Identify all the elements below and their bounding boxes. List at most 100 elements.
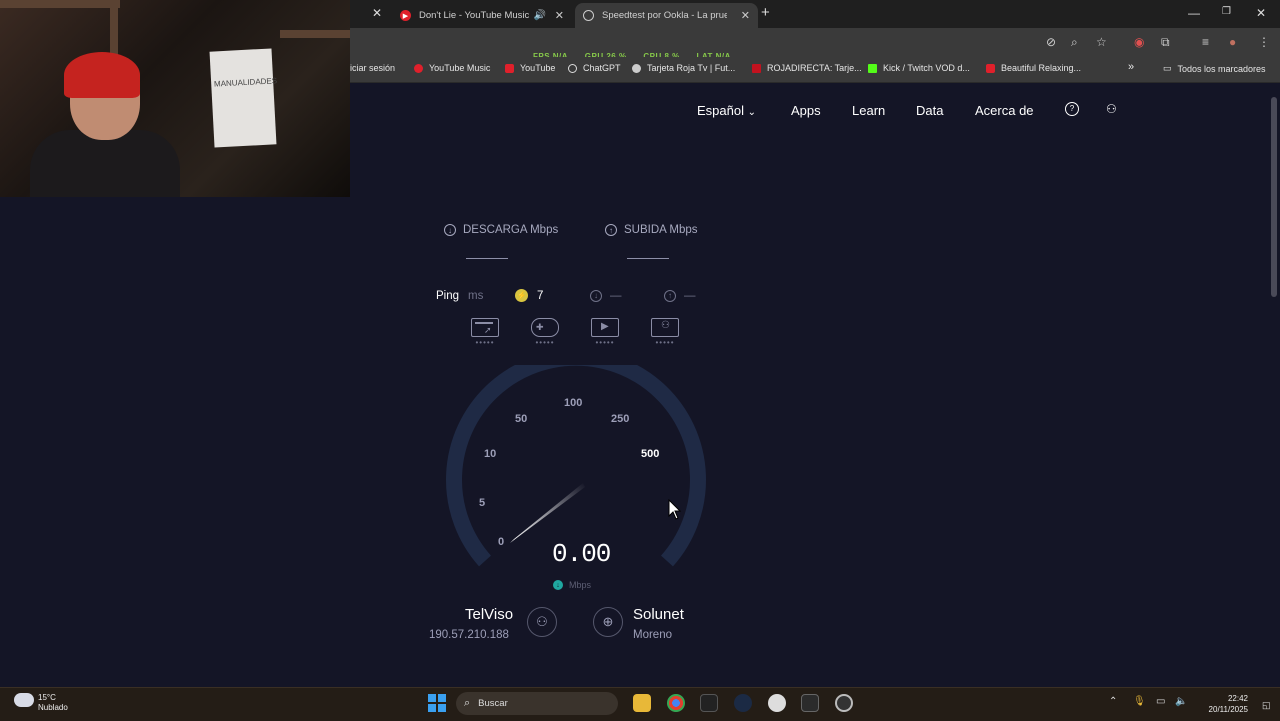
youtube-icon: [986, 63, 995, 73]
help-icon[interactable]: ?: [1065, 102, 1079, 116]
bookmark-kick[interactable]: Kick / Twitch VOD d...: [868, 63, 970, 73]
clock[interactable]: 22:42 20/11/2025: [1198, 693, 1248, 715]
zoom-icon[interactable]: ⌕: [1071, 35, 1078, 50]
new-tab-icon[interactable]: +: [761, 4, 770, 21]
download-arrow-icon: ↓: [444, 224, 456, 236]
extensions-icon[interactable]: ⧉: [1161, 35, 1170, 50]
ping-value: 7: [537, 290, 544, 302]
bookmark-youtube-music[interactable]: YouTube Music: [414, 63, 490, 73]
youtube-icon: [505, 63, 514, 73]
menu-icon[interactable]: ⋮: [1258, 35, 1270, 49]
bookmark-rojadirecta[interactable]: ROJADIRECTA: Tarje...: [752, 63, 862, 73]
profile-avatar-icon[interactable]: ●: [1229, 35, 1236, 49]
bookmark-tarjeta-roja[interactable]: Tarjeta Roja Tv | Fut...: [632, 63, 735, 73]
bookmark-iniciar-sesion[interactable]: iciar sesión: [350, 63, 395, 73]
gaming-icon[interactable]: ✚ •••••: [529, 318, 561, 348]
gauge-tick-250: 250: [611, 413, 630, 425]
close-icon[interactable]: ✕: [372, 6, 382, 20]
tab-speedtest[interactable]: Speedtest por Ookla - La prueb ✕: [575, 3, 758, 28]
upload-header: ↑ SUBIDA Mbps: [605, 224, 698, 236]
speed-readout: 0.00: [552, 539, 611, 569]
language-selector[interactable]: Español ⌄: [697, 103, 756, 118]
person-cap: [64, 52, 140, 98]
download-ping-value: —: [610, 290, 622, 302]
bookmarks-overflow-button[interactable]: »: [1128, 61, 1134, 73]
server-name[interactable]: Solunet: [633, 606, 684, 623]
rojadirecta-icon: [752, 63, 761, 73]
microphone-icon[interactable]: 🎙: [1133, 696, 1146, 707]
nav-about[interactable]: Acerca de: [975, 103, 1034, 118]
web-browsing-icon[interactable]: ➚ •••••: [469, 318, 501, 348]
notification-icon[interactable]: ◱: [1262, 700, 1271, 711]
gauge-tick-0: 0: [498, 536, 505, 548]
ping-label: Ping: [436, 290, 460, 302]
upload-underline: [627, 258, 669, 259]
chatgpt-icon: [568, 63, 577, 73]
tarjeta-roja-icon: [632, 63, 641, 73]
gauge-tick-100: 100: [564, 397, 583, 409]
volume-icon[interactable]: 🔈: [1175, 696, 1187, 707]
media-icon[interactable]: ≡: [1202, 35, 1209, 49]
isp-ip: 190.57.210.188: [429, 629, 509, 641]
search-icon: ⌕: [464, 697, 471, 709]
steam-icon[interactable]: [734, 694, 752, 712]
extension-red-icon[interactable]: ◉: [1134, 35, 1144, 49]
epic-games-icon[interactable]: [700, 694, 718, 712]
bookmark-chatgpt[interactable]: ChatGPT: [568, 63, 621, 73]
taskbar-search[interactable]: ⌕ Buscar: [456, 692, 618, 715]
browser-tab-bar: ✕ ▶ Don't Lie - YouTube Music 🔊 ✕ Speedt…: [350, 0, 1280, 28]
page-scrollbar[interactable]: [1268, 83, 1280, 687]
all-bookmarks-button[interactable]: ▭ Todos los marcadores: [1163, 63, 1266, 74]
bookmark-beautiful-relaxing[interactable]: Beautiful Relaxing...: [986, 63, 1081, 73]
gauge-tick-500: 500: [641, 448, 660, 460]
video-chat-icon[interactable]: ⚇ •••••: [649, 318, 681, 348]
globe-icon[interactable]: ⊕: [593, 607, 623, 637]
isp-name: TelViso: [465, 606, 514, 623]
maximize-icon[interactable]: ❐: [1222, 6, 1231, 17]
weather-cloud-icon[interactable]: [14, 693, 34, 707]
nav-learn[interactable]: Learn: [852, 103, 885, 118]
gauge-tick-50: 50: [515, 413, 528, 425]
app-icon[interactable]: [768, 694, 786, 712]
speedtest-icon: [583, 10, 594, 21]
weather-widget[interactable]: 15°C Nublado: [38, 693, 68, 713]
close-tab-icon[interactable]: ✕: [741, 9, 750, 22]
gauge-track: [446, 365, 706, 567]
youtube-music-icon: ▶: [400, 10, 411, 21]
scrollbar-thumb[interactable]: [1271, 97, 1277, 297]
file-explorer-icon[interactable]: [633, 694, 651, 712]
kick-icon: [868, 63, 877, 73]
video-streaming-icon[interactable]: ▶ •••••: [589, 318, 621, 348]
whiteboard: [209, 48, 277, 148]
user-icon: ⚇: [527, 607, 557, 637]
download-ping-icon: ↓: [590, 289, 609, 302]
close-tab-icon[interactable]: ✕: [555, 9, 564, 22]
terminal-icon[interactable]: [801, 694, 819, 712]
chevron-up-icon[interactable]: ⌃: [1109, 696, 1117, 707]
nav-apps[interactable]: Apps: [791, 103, 821, 118]
eye-off-icon[interactable]: ⊘: [1046, 35, 1056, 49]
user-icon[interactable]: ⚇: [1106, 102, 1117, 116]
gauge-tick-5: 5: [479, 497, 486, 509]
person-body: [30, 130, 180, 197]
folder-icon: ▭: [1163, 63, 1172, 73]
chrome-icon[interactable]: [667, 694, 685, 712]
windows-start-icon[interactable]: [428, 694, 446, 712]
upload-arrow-icon: ↑: [605, 224, 617, 236]
webcam-overlay: MANUALIDADES: [0, 0, 350, 197]
tab-title: Don't Lie - YouTube Music: [419, 10, 530, 21]
upload-ping-value: —: [684, 290, 696, 302]
tab-youtube-music[interactable]: ▶ Don't Lie - YouTube Music 🔊 ✕: [390, 3, 572, 28]
bookmarks-bar: iciar sesión YouTube Music YouTube ChatG…: [350, 57, 1280, 83]
star-icon[interactable]: ☆: [1096, 35, 1107, 49]
nav-data[interactable]: Data: [916, 103, 943, 118]
speed-unit: ↓ Mbps: [553, 580, 591, 590]
window-close-icon[interactable]: ✕: [1256, 6, 1266, 20]
ping-unit: ms: [468, 290, 484, 302]
obs-icon[interactable]: [835, 694, 853, 712]
speaker-icon[interactable]: 🔊: [534, 10, 546, 21]
network-icon[interactable]: ▭: [1156, 696, 1165, 707]
gauge-needle: [510, 483, 585, 543]
minimize-icon[interactable]: —: [1188, 6, 1200, 20]
bookmark-youtube[interactable]: YouTube: [505, 63, 555, 73]
